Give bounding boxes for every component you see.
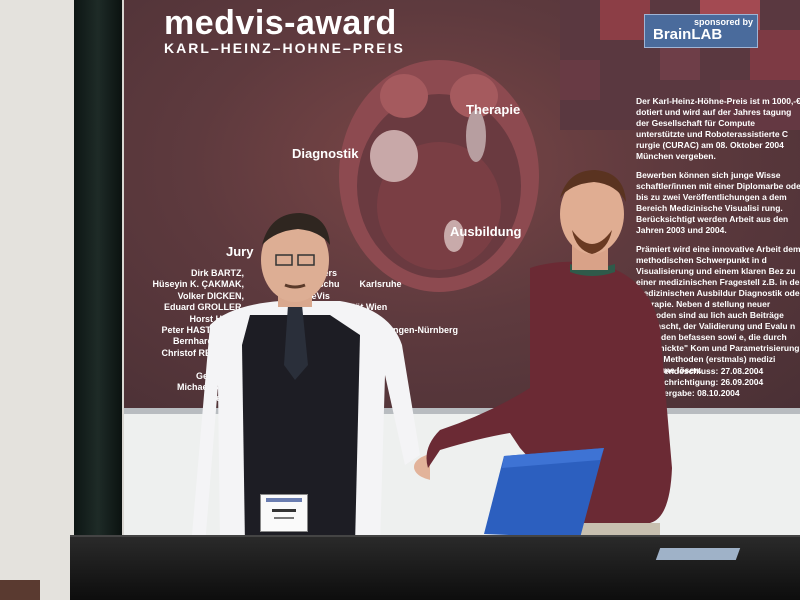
- date-value: 27.08.2004: [720, 366, 764, 376]
- date-value: 08.10.2004: [697, 388, 740, 398]
- paper-on-desk: [655, 548, 741, 560]
- poster-title: medvis-award: [164, 4, 397, 42]
- badge-print: [266, 498, 302, 519]
- dark-pillar: [74, 0, 122, 570]
- left-wall: [0, 0, 78, 600]
- label-diagnostik: Diagnostik: [292, 146, 359, 161]
- sponsor-brand: BrainLAB: [653, 26, 723, 43]
- description-paragraph: Der Karl-Heinz-Höhne-Preis ist m 1000,-€…: [636, 96, 800, 161]
- date-value: 26.09.2004: [720, 377, 764, 387]
- poster-subtitle: KARL–HEINZ–HOHNE–PREIS: [164, 40, 405, 56]
- man-in-vest: [192, 213, 430, 545]
- sponsor-logo: sponsored by BrainLAB: [644, 14, 758, 48]
- desk: [70, 537, 800, 600]
- chair: [0, 580, 40, 600]
- label-therapie: Therapie: [466, 102, 521, 117]
- name-badge: [260, 494, 308, 532]
- blue-folder: [484, 448, 604, 538]
